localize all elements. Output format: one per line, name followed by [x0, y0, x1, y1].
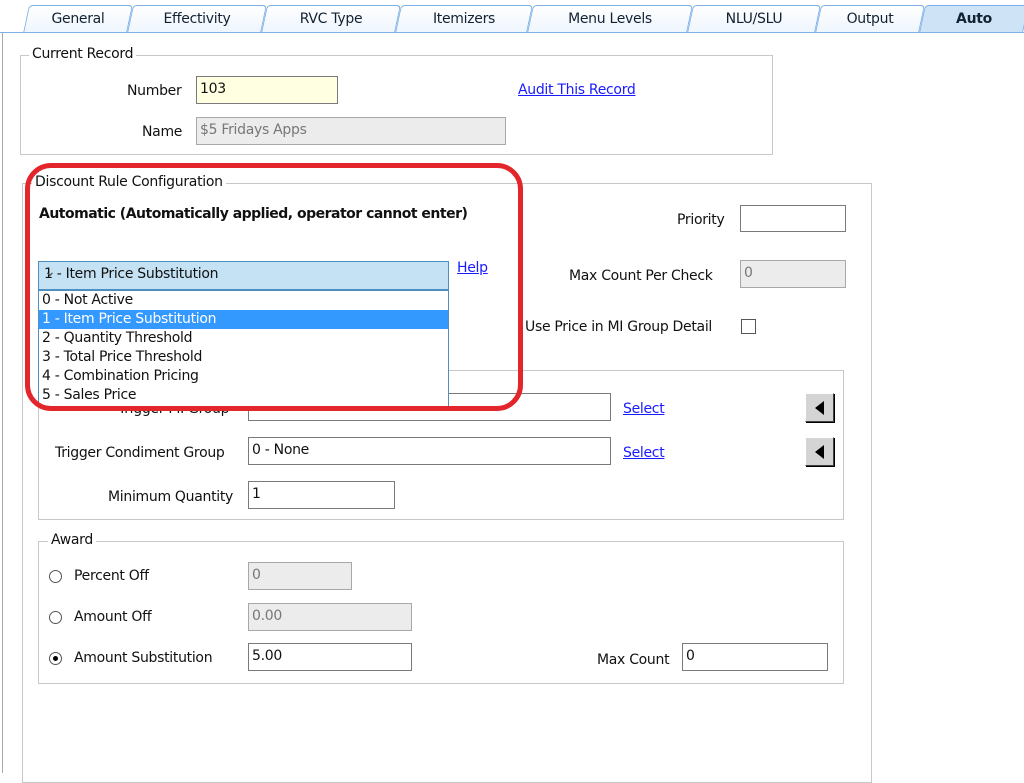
minimum-quantity-field[interactable]: 1 — [248, 481, 395, 509]
max-count-field[interactable]: 0 — [682, 643, 828, 671]
tab-rvc-type[interactable]: RVC Type — [261, 5, 401, 33]
panel-border — [2, 33, 3, 773]
trigger-mi-group-arrow-left-icon[interactable] — [805, 393, 834, 422]
max-count-label: Max Count — [597, 652, 670, 668]
minimum-quantity-label: Minimum Quantity — [108, 489, 234, 505]
trigger-condiment-group-label: Trigger Condiment Group — [55, 445, 225, 461]
number-label: Number — [127, 83, 182, 99]
number-field[interactable]: 103 — [196, 76, 338, 104]
award-title: Award — [48, 532, 96, 548]
trigger-condiment-group-field[interactable]: 0 - None — [248, 437, 611, 465]
amount-off-field[interactable]: 0.00 — [248, 603, 412, 631]
amount-substitution-radio[interactable] — [49, 652, 62, 665]
percent-off-field[interactable]: 0 — [248, 562, 352, 590]
tab-menu-levels[interactable]: Menu Levels — [527, 5, 693, 33]
tab-auto[interactable]: Auto — [919, 5, 1024, 33]
current-record-title: Current Record — [29, 46, 137, 62]
tab-divider — [0, 32, 1024, 33]
tab-nlu-slu[interactable]: NLU/SLU — [687, 5, 821, 33]
tab-output[interactable]: Output — [815, 5, 925, 33]
amount-substitution-label: Amount Substitution — [74, 650, 213, 666]
tab-itemizers[interactable]: Itemizers — [395, 5, 533, 33]
max-count-per-check-field[interactable]: 0 — [740, 260, 846, 288]
tab-general[interactable]: General — [23, 5, 133, 33]
trigger-mi-group-select-link[interactable]: Select — [623, 401, 665, 417]
percent-off-label: Percent Off — [74, 568, 149, 584]
red-highlight-annotation — [25, 163, 523, 411]
trigger-condiment-arrow-left-icon[interactable] — [805, 437, 834, 466]
amount-substitution-field[interactable]: 5.00 — [248, 643, 412, 671]
trigger-condiment-select-link[interactable]: Select — [623, 445, 665, 461]
name-field[interactable]: $5 Fridays Apps — [196, 117, 506, 145]
priority-label: Priority — [677, 212, 725, 228]
tab-effectivity[interactable]: Effectivity — [127, 5, 267, 33]
percent-off-radio[interactable] — [49, 570, 62, 583]
use-price-label: Use Price in MI Group Detail — [525, 319, 712, 335]
priority-field[interactable] — [740, 205, 846, 232]
use-price-checkbox[interactable] — [741, 319, 756, 334]
audit-record-link[interactable]: Audit This Record — [518, 82, 636, 98]
amount-off-label: Amount Off — [74, 609, 152, 625]
max-count-per-check-label: Max Count Per Check — [569, 268, 713, 284]
name-label: Name — [142, 124, 183, 140]
amount-off-radio[interactable] — [49, 611, 62, 624]
